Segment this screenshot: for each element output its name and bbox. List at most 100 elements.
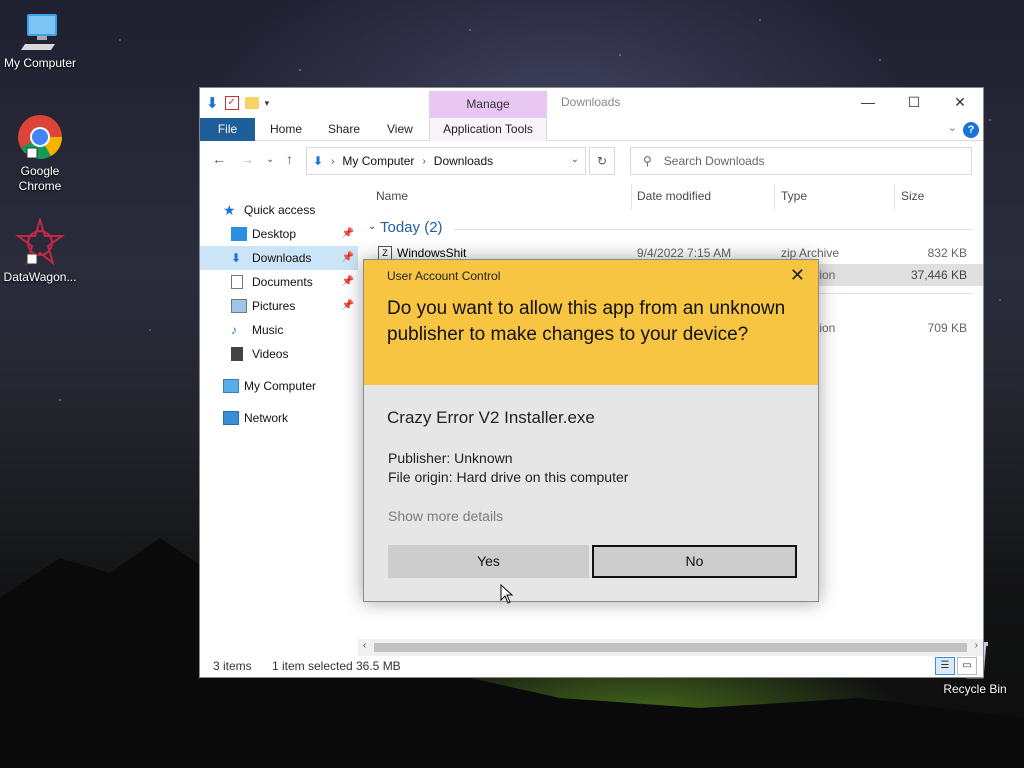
- group-divider: [454, 229, 973, 230]
- maximize-icon[interactable]: ☐: [891, 88, 937, 116]
- large-icons-view-icon[interactable]: ▭: [957, 657, 977, 675]
- up-arrow-icon[interactable]: ↑: [286, 151, 293, 167]
- tab-view[interactable]: View: [387, 118, 413, 141]
- sidebar-item-label: Music: [252, 323, 284, 337]
- uac-banner: User Account Control ✕ Do you want to al…: [364, 260, 818, 385]
- desktop-icon-datawagon[interactable]: DataWagon...: [0, 218, 80, 285]
- tab-share[interactable]: Share: [328, 118, 360, 141]
- scroll-right-icon[interactable]: ›: [975, 640, 978, 651]
- new-folder-icon[interactable]: [244, 97, 259, 109]
- address-dropdown-icon[interactable]: ⌄: [571, 154, 579, 165]
- chevron-down-icon[interactable]: ⌄: [368, 221, 376, 232]
- tab-home[interactable]: Home: [270, 118, 302, 141]
- status-size: 36.5 MB: [356, 659, 401, 673]
- status-selected: 1 item selected: [272, 659, 353, 673]
- show-more-details-link[interactable]: Show more details: [388, 508, 503, 524]
- group-header-today[interactable]: ⌄ Today (2): [364, 214, 983, 242]
- sidebar-item-label: Quick access: [244, 203, 316, 217]
- recent-locations-icon[interactable]: ⌄: [266, 154, 274, 165]
- status-item-count: 3 items: [213, 659, 252, 673]
- sidebar-item-videos[interactable]: Videos: [200, 342, 358, 366]
- tab-file[interactable]: File: [200, 118, 255, 141]
- sidebar-item-downloads[interactable]: ⬇ Downloads 📌: [200, 246, 358, 270]
- window-title: Downloads: [561, 95, 621, 109]
- ribbon-expand-icon[interactable]: ⌄: [948, 121, 957, 134]
- column-name[interactable]: Name: [376, 189, 408, 203]
- breadcrumb-downloads[interactable]: Downloads: [434, 154, 493, 168]
- column-divider[interactable]: [631, 184, 632, 210]
- sidebar-item-my-computer[interactable]: My Computer: [200, 374, 358, 398]
- sidebar-item-label: Network: [244, 411, 289, 425]
- title-bar: ⬇ ✓ ▾ Manage Downloads — ☐ ✕: [200, 88, 983, 118]
- help-icon[interactable]: ?: [963, 122, 979, 138]
- datawagon-icon: [15, 218, 65, 266]
- column-date-modified[interactable]: Date modified: [637, 189, 711, 203]
- file-size: 37,446 KB: [910, 268, 967, 282]
- sidebar-item-pictures[interactable]: Pictures 📌: [200, 294, 358, 318]
- pin-icon[interactable]: 📌: [342, 246, 354, 270]
- pin-icon[interactable]: 📌: [342, 222, 354, 246]
- zip-file-icon: Z: [378, 246, 392, 260]
- desktop-icon-label: DataWagon...: [3, 270, 77, 284]
- group-title: Today (2): [380, 219, 443, 236]
- column-divider[interactable]: [894, 184, 895, 210]
- breadcrumb-my-computer[interactable]: My Computer: [342, 154, 414, 168]
- downloads-folder-icon: ⬇: [313, 154, 324, 168]
- address-row: ← → ⌄ ↑ ⬇ › My Computer › Downloads ⌄ ↻ …: [200, 141, 983, 179]
- sidebar-item-label: Downloads: [252, 251, 312, 265]
- sidebar-item-documents[interactable]: Documents 📌: [200, 270, 358, 294]
- tab-manage[interactable]: Manage: [429, 91, 547, 118]
- no-button[interactable]: No: [592, 545, 797, 578]
- address-bar[interactable]: ⬇ › My Computer › Downloads ⌄: [306, 147, 586, 175]
- forward-arrow-icon[interactable]: →: [240, 151, 254, 167]
- column-size[interactable]: Size: [901, 189, 924, 203]
- column-headers: Name Date modified Type Size: [364, 180, 983, 214]
- ribbon-tabs: File Home Share View Application Tools ⌄…: [200, 118, 983, 141]
- search-placeholder: Search Downloads: [663, 154, 765, 168]
- refresh-icon[interactable]: ↻: [589, 147, 615, 175]
- sidebar-item-desktop[interactable]: Desktop 📌: [200, 222, 358, 246]
- close-icon[interactable]: ✕: [790, 265, 805, 286]
- properties-icon[interactable]: ✓: [224, 96, 239, 110]
- sidebar-item-label: My Computer: [244, 379, 317, 393]
- column-type[interactable]: Type: [781, 189, 807, 203]
- horizontal-scrollbar[interactable]: ‹ ›: [358, 639, 983, 656]
- uac-publisher: Publisher: Unknown: [388, 450, 513, 466]
- back-arrow-icon[interactable]: ←: [212, 151, 226, 167]
- navigation-pane: ★ Quick access Desktop 📌 ⬇ Downloads 📌 D…: [200, 198, 358, 430]
- search-input[interactable]: ⚲ Search Downloads: [630, 147, 972, 175]
- minimize-icon[interactable]: —: [845, 88, 891, 116]
- sidebar-item-label: Documents: [252, 275, 313, 289]
- desktop-icon-my-computer[interactable]: My Computer: [0, 8, 80, 71]
- pictures-icon: [231, 299, 247, 313]
- sidebar-item-network[interactable]: Network: [200, 406, 358, 430]
- sidebar-item-label: Pictures: [252, 299, 296, 313]
- desktop-icon-google-chrome[interactable]: Google Chrome: [0, 112, 80, 194]
- scroll-left-icon[interactable]: ‹: [363, 640, 366, 651]
- desktop-icon-label: Recycle Bin: [943, 682, 1007, 696]
- breadcrumb-chevron-icon: ›: [422, 155, 426, 167]
- user-account-control-dialog: User Account Control ✕ Do you want to al…: [363, 259, 819, 602]
- network-icon: [223, 411, 239, 425]
- close-icon[interactable]: ✕: [937, 88, 983, 116]
- file-size: 709 KB: [927, 321, 967, 335]
- window-controls: — ☐ ✕: [845, 88, 983, 116]
- file-size: 832 KB: [927, 246, 967, 260]
- pin-icon[interactable]: 📌: [342, 270, 354, 294]
- computer-icon: [21, 14, 57, 50]
- yes-button[interactable]: Yes: [388, 545, 589, 578]
- sidebar-item-music[interactable]: ♪ Music: [200, 318, 358, 342]
- sidebar-item-label: Desktop: [252, 227, 297, 241]
- column-divider[interactable]: [774, 184, 775, 210]
- tab-application-tools[interactable]: Application Tools: [429, 118, 547, 141]
- download-arrow-icon[interactable]: ⬇: [206, 94, 219, 112]
- pin-icon[interactable]: 📌: [342, 294, 354, 318]
- sidebar-item-label: Videos: [252, 347, 289, 361]
- uac-question: Do you want to allow this app from an un…: [387, 298, 786, 345]
- dialog-title: User Account Control: [387, 269, 501, 283]
- downloads-icon: ⬇: [231, 251, 242, 265]
- scrollbar-thumb[interactable]: [374, 643, 967, 652]
- details-view-icon[interactable]: ☰: [935, 657, 955, 675]
- qat-dropdown-icon[interactable]: ▾: [265, 98, 270, 109]
- sidebar-item-quick-access[interactable]: ★ Quick access: [200, 198, 358, 222]
